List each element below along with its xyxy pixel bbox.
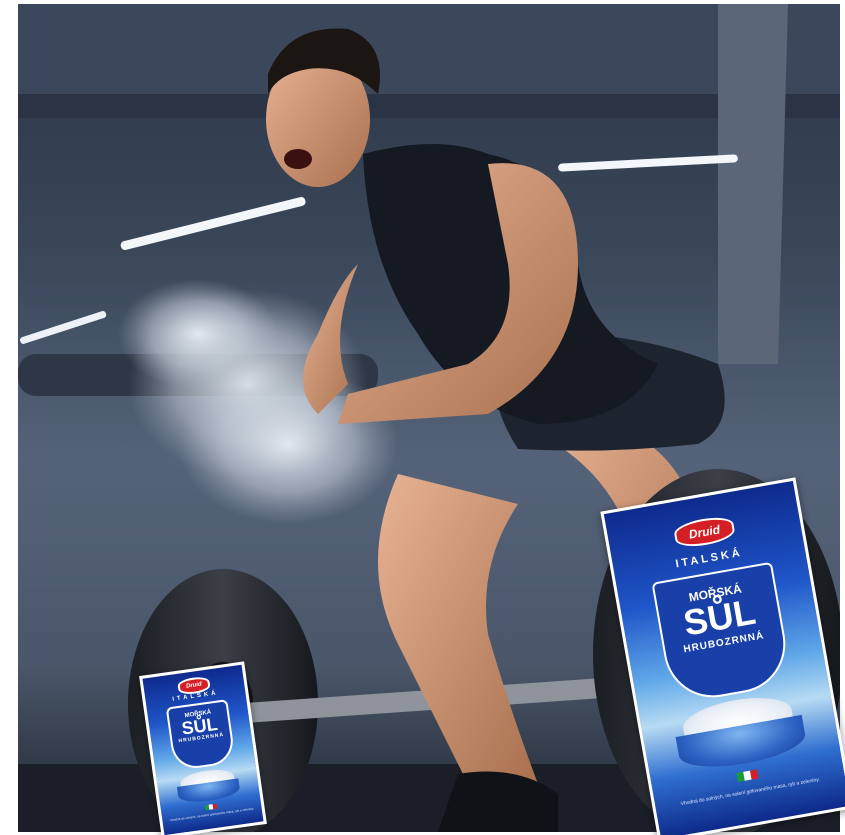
ceiling-beam — [18, 94, 840, 118]
ceiling-light — [120, 196, 306, 250]
athlete-mouth — [284, 149, 312, 169]
ceiling-light — [20, 311, 107, 344]
brand-logo: Druid — [672, 513, 737, 550]
athlete-leg — [378, 474, 538, 784]
label-shield: MOŘSKÁ SŮL HRUBOZRNNÁ — [651, 561, 794, 706]
label-shield: MOŘSKÁ SŮL HRUBOZRNNÁ — [165, 699, 237, 772]
italian-flag-icon — [204, 803, 218, 811]
meme-image: Druid ITALSKÁ MOŘSKÁ SŮL HRUBOZRNNÁ Vhod… — [0, 0, 845, 835]
chalk-cloud — [118, 279, 278, 389]
italian-flag-icon — [736, 769, 759, 782]
ceiling-light — [558, 154, 738, 172]
salt-package-small: Druid ITALSKÁ MOŘSKÁ SŮL HRUBOZRNNÁ Vhod… — [139, 661, 267, 835]
ceiling — [18, 4, 840, 94]
vertical-duct — [718, 4, 788, 364]
